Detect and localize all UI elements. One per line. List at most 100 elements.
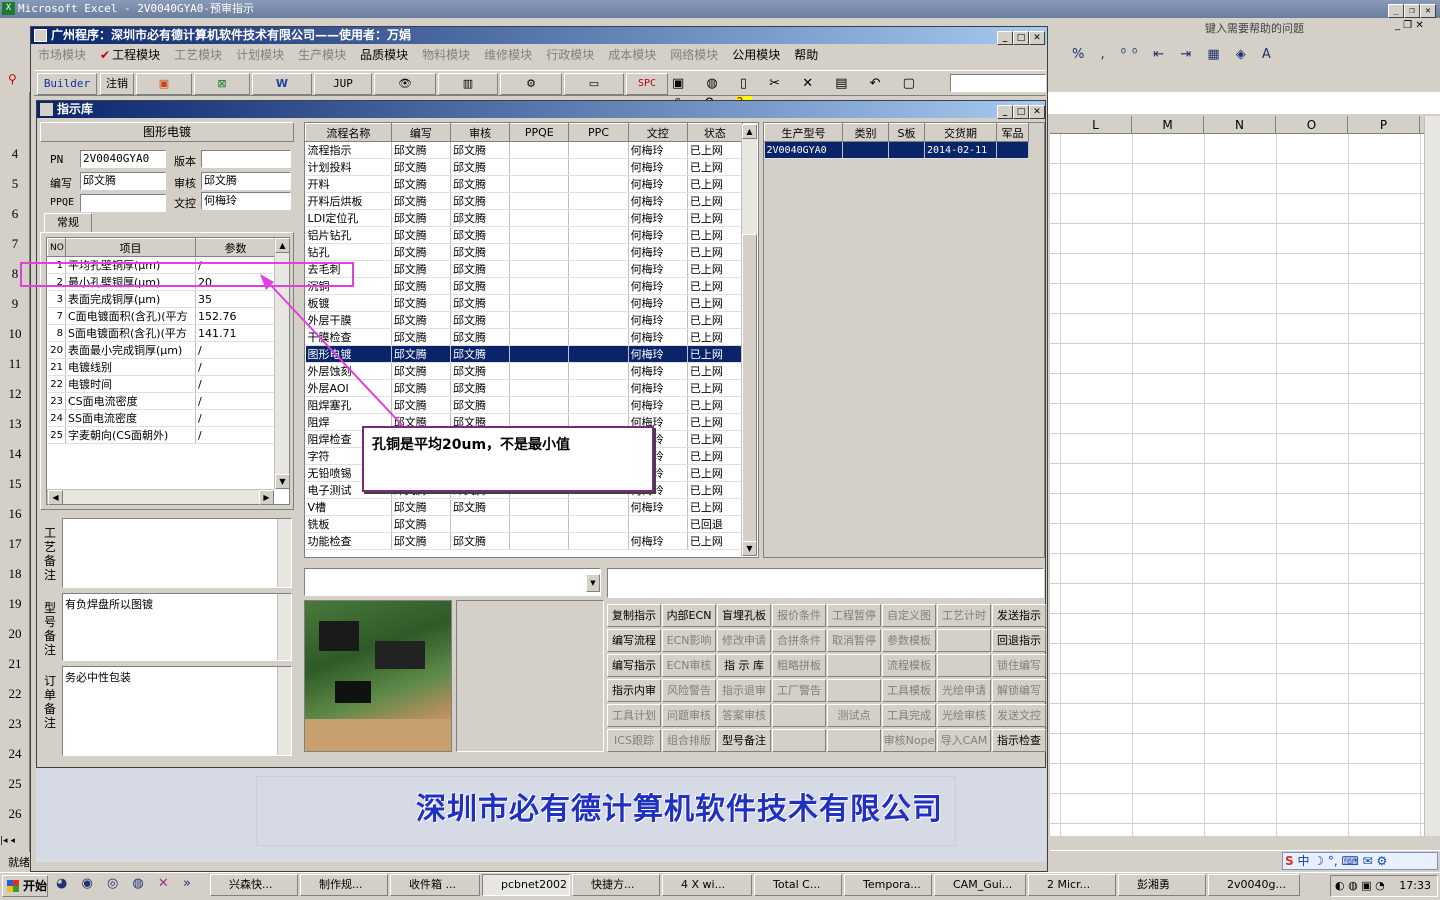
- excel-grid[interactable]: [1050, 116, 1424, 836]
- taskbar-item[interactable]: 彭湘勇: [1118, 874, 1206, 896]
- child-minimize-button[interactable]: _: [997, 105, 1013, 119]
- note-vscroll[interactable]: [277, 667, 291, 755]
- prod-table-wrap[interactable]: 生产型号 类别 S板 交货期 军品 2V0040GYA0 2014-02-11: [763, 122, 1045, 558]
- prod-row[interactable]: 2V0040GYA0 2014-02-11: [764, 141, 1029, 159]
- menu-item[interactable]: 工艺模块: [174, 48, 222, 62]
- op-button[interactable]: 光绘审核: [937, 704, 991, 727]
- row-header[interactable]: 21: [0, 656, 30, 672]
- remark-input[interactable]: [607, 568, 1044, 598]
- params-row[interactable]: 24 SS面电流密度 /: [47, 409, 276, 427]
- menu-item[interactable]: 计划模块: [236, 48, 284, 62]
- menu-item[interactable]: 行政模块: [546, 48, 594, 62]
- params-row[interactable]: 8 S面电镀面积(含孔)(平方 141.71: [47, 324, 276, 342]
- excel-vscroll[interactable]: [1424, 116, 1440, 836]
- op-button[interactable]: 合拼条件: [772, 629, 826, 652]
- params-col-header[interactable]: 项目: [65, 238, 196, 257]
- menu-item[interactable]: 网络模块: [670, 48, 718, 62]
- taskbar-item[interactable]: CAM_Gui...: [934, 874, 1026, 896]
- op-button[interactable]: 测试点: [827, 704, 881, 727]
- flow-row[interactable]: 铣板 邱文腾 已回退: [305, 515, 744, 533]
- taskbar-item[interactable]: 收件箱 ...: [390, 874, 480, 896]
- params-row[interactable]: 22 电镀时间 /: [47, 375, 276, 393]
- pn-field[interactable]: 2V0040GYA0: [80, 150, 166, 168]
- params-row[interactable]: 21 电镀线别 /: [47, 358, 276, 376]
- op-button[interactable]: 工程暂停: [827, 604, 881, 627]
- note-vscroll[interactable]: [277, 519, 291, 587]
- row-header[interactable]: 26: [0, 806, 30, 822]
- jup-button[interactable]: JUP: [314, 73, 372, 95]
- excel-export-icon[interactable]: ⊠: [194, 73, 250, 95]
- op-button[interactable]: 内部ECN: [662, 604, 716, 627]
- params-row[interactable]: 25 字麦朝向(CS面朝外) /: [47, 426, 276, 444]
- op-button[interactable]: 答案审核: [717, 704, 771, 727]
- row-header[interactable]: 23: [0, 716, 30, 732]
- prod-col-header[interactable]: S板: [888, 123, 925, 142]
- params-row[interactable]: 23 CS面电流密度 /: [47, 392, 276, 410]
- row-header[interactable]: 4: [0, 146, 30, 162]
- app-minimize-button[interactable]: _: [997, 31, 1013, 45]
- op-button[interactable]: 工具模板: [882, 679, 936, 702]
- prod-col-header[interactable]: 生产型号: [764, 123, 843, 142]
- op-button[interactable]: ECN审核: [662, 654, 716, 677]
- taskbar-item[interactable]: 兴森快...: [210, 874, 298, 896]
- flow-col-header[interactable]: 编写: [390, 123, 451, 142]
- flow-scroll-thumb[interactable]: [742, 234, 757, 554]
- eye-icon[interactable]: 👁: [374, 73, 436, 95]
- flow-row[interactable]: 开料后烘板 邱文腾 邱文腾 何梅玲 已上网: [305, 192, 744, 210]
- row-header[interactable]: 14: [0, 446, 30, 462]
- flow-col-header[interactable]: 审核: [449, 123, 511, 142]
- close-button[interactable]: ✕: [1420, 4, 1436, 18]
- toolbar-combo[interactable]: [950, 74, 1046, 92]
- row-header[interactable]: 9: [0, 296, 30, 312]
- op-button[interactable]: 工艺计时: [937, 604, 991, 627]
- menu-item[interactable]: 成本模块: [608, 48, 656, 62]
- database-icon[interactable]: ▥: [438, 73, 498, 95]
- row-header[interactable]: 5: [0, 176, 30, 192]
- flow-col-header[interactable]: PPQE: [509, 123, 570, 142]
- quick-launch[interactable]: ◕ ◉ ◎ ◍ ✕ »: [56, 876, 196, 896]
- op-button[interactable]: 发送指示: [992, 604, 1046, 627]
- flow-row[interactable]: 功能检查 邱文腾 邱文腾 何梅玲 已上网: [305, 532, 744, 550]
- app-close-button[interactable]: ✕: [1029, 31, 1045, 45]
- excel-doc-controls[interactable]: _ ❐ ✕: [1395, 20, 1424, 31]
- op-button[interactable]: 回退指示: [992, 629, 1046, 652]
- row-header[interactable]: 22: [0, 686, 30, 702]
- op-button[interactable]: 修改申请: [717, 629, 771, 652]
- prod-col-header[interactable]: 交货期: [924, 123, 997, 142]
- menu-item[interactable]: 公用模块: [732, 48, 780, 62]
- op-button[interactable]: 参数模板: [882, 629, 936, 652]
- row-header[interactable]: 18: [0, 566, 30, 582]
- col-header[interactable]: M: [1132, 116, 1204, 134]
- flow-row[interactable]: 流程指示 邱文腾 邱文腾 何梅玲 已上网: [305, 141, 744, 159]
- col-header[interactable]: O: [1276, 116, 1348, 134]
- menu-item[interactable]: 品质模块: [360, 48, 408, 62]
- op-button[interactable]: 编写指示: [607, 654, 661, 677]
- col-header[interactable]: P: [1348, 116, 1420, 134]
- row-header[interactable]: 17: [0, 536, 30, 552]
- flow-row[interactable]: 开料 邱文腾 邱文腾 何梅玲 已上网: [305, 175, 744, 193]
- row-header[interactable]: 16: [0, 506, 30, 522]
- quick-toolbar[interactable]: ▣ ◍ ▯ ✂ ✕ ▤ ↶ ▢ ⎙ ⚲ ?: [672, 74, 948, 111]
- params-row[interactable]: 7 C面电镀面积(含孔)(平方 152.76: [47, 307, 276, 325]
- flow-col-header[interactable]: 状态: [686, 123, 744, 142]
- menu-item[interactable]: 维修模块: [484, 48, 532, 62]
- menu-item[interactable]: 市场模块: [38, 48, 86, 62]
- row-header[interactable]: 13: [0, 416, 30, 432]
- op-button[interactable]: 解锁编写: [992, 679, 1046, 702]
- version-field[interactable]: [201, 150, 291, 168]
- prod-col-header[interactable]: 军品: [996, 123, 1029, 142]
- excel-hscroll[interactable]: [1050, 836, 1440, 850]
- op-button[interactable]: 编写流程: [607, 629, 661, 652]
- op-button[interactable]: 发送文控: [992, 704, 1046, 727]
- op-button[interactable]: 风险警告: [662, 679, 716, 702]
- doc-control-field[interactable]: 何梅玲: [201, 192, 291, 210]
- row-header[interactable]: 19: [0, 596, 30, 612]
- app-maximize-button[interactable]: □: [1013, 31, 1029, 45]
- help-search-input[interactable]: 键入需要帮助的问题: [1205, 20, 1385, 38]
- word-export-icon[interactable]: W: [252, 73, 312, 95]
- op-button[interactable]: 指示内审: [607, 679, 661, 702]
- note-textarea[interactable]: 务必中性包装: [62, 666, 292, 756]
- op-button[interactable]: 粗略拼板: [772, 654, 826, 677]
- op-button[interactable]: 指示检查: [992, 729, 1046, 752]
- taskbar-item[interactable]: 2 Micr...: [1028, 874, 1116, 896]
